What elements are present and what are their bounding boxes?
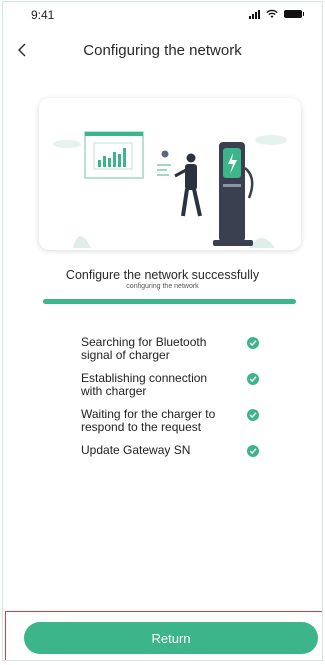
step-item: Establishing connection with charger [81, 372, 271, 398]
nav-header: Configuring the network [3, 30, 322, 72]
signal-icon [249, 9, 260, 19]
step-item: Searching for Bluetooth signal of charge… [81, 336, 271, 362]
return-button[interactable]: Return [24, 622, 318, 654]
status-time: 9:41 [31, 8, 55, 22]
progress-bar [43, 299, 296, 304]
check-icon [247, 373, 259, 385]
progress-fill [43, 299, 296, 304]
step-label: Waiting for the charger to respond to th… [81, 407, 216, 434]
page-title: Configuring the network [83, 42, 242, 59]
status-sub-message: configuring the network [126, 283, 199, 290]
wifi-icon [266, 9, 278, 18]
battery-icon [284, 10, 304, 18]
app-screen: 9:41 Configuring the network Configure t… [2, 1, 323, 661]
charger-illustration-image [53, 131, 287, 248]
step-label: Update Gateway SN [81, 443, 191, 457]
check-icon [247, 337, 259, 349]
step-item: Update Gateway SN [81, 444, 271, 457]
check-icon [247, 445, 259, 457]
status-icons [249, 9, 304, 19]
step-item: Waiting for the charger to respond to th… [81, 408, 271, 434]
network-illustration [39, 98, 301, 250]
check-icon [247, 409, 259, 421]
footer-area: Return [5, 611, 322, 660]
status-bar: 9:41 [3, 2, 322, 30]
status-message: Configure the network successfully [65, 268, 260, 282]
steps-list: Searching for Bluetooth signal of charge… [81, 336, 271, 467]
step-label: Establishing connection with charger [81, 371, 208, 398]
step-label: Searching for Bluetooth signal of charge… [81, 335, 207, 362]
